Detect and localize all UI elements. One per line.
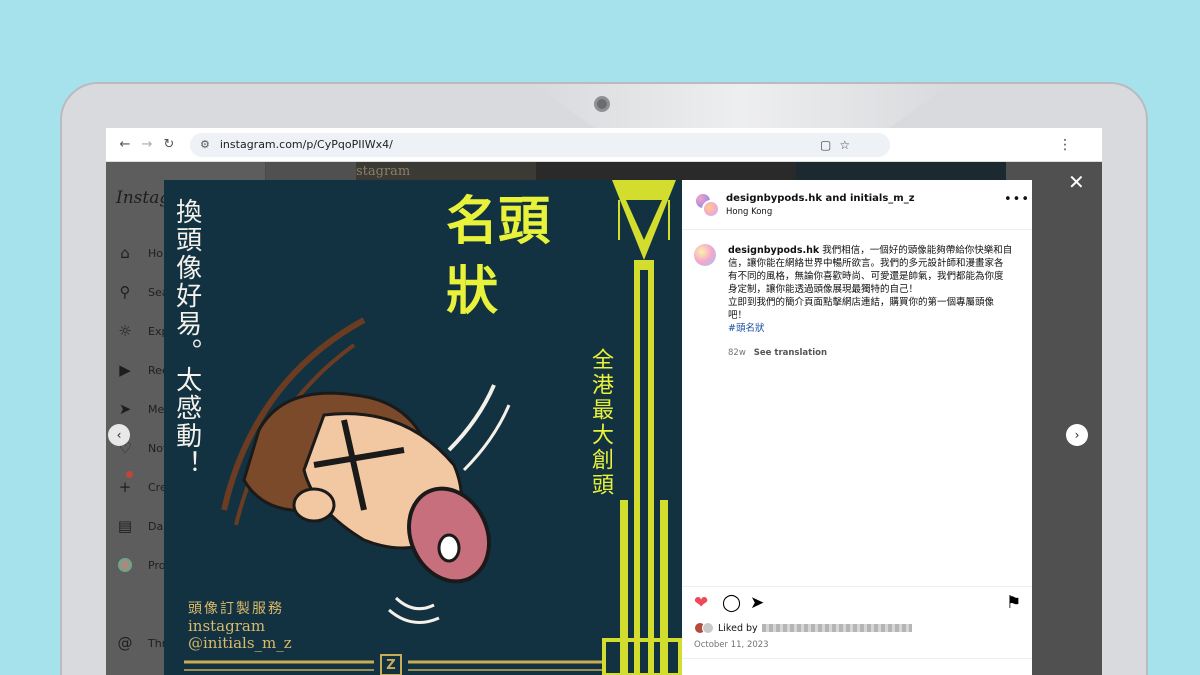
threads-icon: @ [117,634,133,652]
avatar-icon [116,556,134,574]
caption-line: 身定制，讓你能透過頭像展現最獨特的自己！ [728,284,919,295]
arrow-left-icon[interactable]: ← [114,134,136,156]
poster-title-line2: 狀 [446,261,499,322]
liked-by-row[interactable]: Liked by [694,622,912,634]
laptop-screen: ← → ↻ ⚙ instagram.com/p/CyPqoPIIWx4/ ▢ ☆… [106,128,1102,675]
thumbnail [796,162,1006,180]
caption-line: 我們相信，一個好的頭像能夠帶給你快樂和自 [822,245,1013,256]
hashtag-link[interactable]: #頭名狀 [728,322,1024,335]
caption-username[interactable]: designbypods.hk [728,245,819,256]
send-icon: ➤ [118,400,132,418]
thumbnail-text: stagram [356,164,411,179]
caption-meta: 82w See translation [728,348,827,358]
see-translation-link[interactable]: See translation [754,348,827,358]
browser-menu-icon[interactable]: ⋮ [1058,137,1072,153]
more-options-icon[interactable]: ••• [1004,192,1030,207]
notification-dot [126,471,133,478]
install-app-icon[interactable]: ▢ [820,138,831,152]
service-handle: @initials_m_z [188,633,292,652]
collab-avatars[interactable] [694,192,720,218]
z-logo-mark: Z [380,654,402,675]
site-settings-icon[interactable]: ⚙ [200,138,210,151]
share-icon[interactable]: ➤ [750,595,764,612]
service-label: 頭像訂製服務 [188,601,284,617]
caption-line: 吧！ [728,310,748,321]
post-image[interactable]: 換頭像好易。太感動！ 名頭 狀 全港最大創頭 頭像訂製服務 instagram … [164,180,682,675]
thumbnail: stagram [356,162,536,180]
poster-slogan: 全港最大創頭 [588,348,613,498]
sidebar-item-dashboard[interactable]: ▤ Das [116,517,169,535]
avatar[interactable] [694,244,716,266]
avatar [702,200,720,218]
caption-text: designbypods.hk 我們相信，一個好的頭像能夠帶給你快樂和自 信，讓… [728,244,1024,335]
arrow-right-icon[interactable]: → [136,134,158,156]
liked-by-label: Liked by [718,622,758,634]
address-bar[interactable]: ⚙ instagram.com/p/CyPqoPIIWx4/ [190,132,890,157]
post-detail-panel: designbypods.hk and initials_m_z Hong Ko… [682,180,1032,675]
chevron-left-icon[interactable]: ‹ [108,424,130,446]
like-heart-icon[interactable]: ❤ [694,595,708,612]
browser-toolbar: ← → ↻ ⚙ instagram.com/p/CyPqoPIIWx4/ ▢ ☆… [106,128,1102,162]
service-info: 頭像訂製服務 instagram @initials_m_z [188,598,292,651]
service-platform: instagram [188,617,266,635]
post-header: designbypods.hk and initials_m_z Hong Ko… [682,180,1032,230]
chart-icon: ▤ [117,517,133,535]
webcam [594,96,610,112]
post-location[interactable]: Hong Kong [726,207,772,217]
plus-icon: + [118,478,132,496]
compass-icon: ☼ [118,322,132,340]
home-icon: ⌂ [120,244,130,262]
post-age: 82w [728,348,746,358]
handwritten-text: 換頭像好易。太感動！ [171,198,202,478]
post-actions: ❤ ◯ ➤ ⚑ [682,586,1032,614]
url-text: instagram.com/p/CyPqoPIIWx4/ [219,138,393,151]
poster-title-line1: 名頭 [446,191,551,252]
comment-area[interactable] [682,658,1032,675]
sidebar-item-messages[interactable]: ➤ Mes [116,400,170,418]
caption-line: 有不同的風格，無論你喜歡時尚、可愛還是帥氣，我們都能為你度 [728,271,1004,282]
chevron-right-icon[interactable]: › [1066,424,1088,446]
avatar [702,622,714,634]
close-icon[interactable]: ✕ [1068,172,1085,192]
blurred-username [761,624,912,632]
reload-icon[interactable]: ↻ [158,134,180,156]
instagram-logo[interactable]: Instag [116,188,170,208]
post-date: October 11, 2023 [694,640,769,650]
post-author-names[interactable]: designbypods.hk and initials_m_z [726,193,915,204]
background-thumbnails: stagram [356,162,1006,180]
reels-icon: ▶ [119,361,131,379]
search-icon: ⚲ [119,283,131,301]
caption-line: 立即到我們的簡介頁面點擊網店連結，購買你的第一個專屬頭像 [728,297,995,308]
comment-icon[interactable]: ◯ [722,595,741,612]
sidebar-item-profile[interactable]: Prof [116,556,169,574]
caption-line: 信，讓你能在網絡世界中暢所欲言。我們的多元設計師和漫畫家各 [728,258,1004,269]
bookmark-star-icon[interactable]: ☆ [839,138,850,152]
bookmark-icon[interactable]: ⚑ [1006,595,1021,612]
